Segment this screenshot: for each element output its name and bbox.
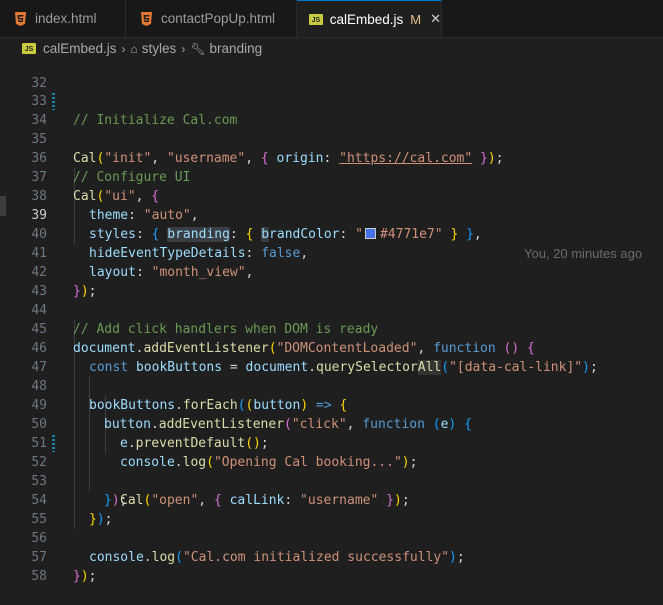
code-line-current: 39 styles: { branding: { brandColor: " #4… (0, 187, 663, 261)
code-editor[interactable]: 32 33 // Initialize Cal.com 34 Cal("init… (0, 59, 663, 587)
tab-label: index.html (35, 11, 97, 26)
breadcrumb-file[interactable]: JS calEmbed.js (22, 41, 117, 56)
code-line: 38 theme: "auto", (0, 168, 663, 223)
code-line: 47 (0, 339, 663, 375)
code-line: 48 bookButtons.forEach((button) => { (0, 358, 663, 413)
tab-label: contactPopUp.html (161, 11, 276, 26)
code-line: 50 e.preventDefault(); (0, 396, 663, 451)
chevron-right-icon: › (181, 41, 186, 56)
code-line: 40 hideEventTypeDetails: false, (0, 206, 663, 261)
html5-icon (141, 11, 152, 26)
code-line: 32 (0, 55, 663, 91)
token: } (73, 569, 81, 584)
code-line: 52 Cal("open", { calLink: "username" }); (0, 434, 663, 508)
code-line: 58 (0, 548, 663, 584)
code-line: 53 }); (0, 453, 663, 508)
code-line: 36 // Configure UI (0, 130, 663, 185)
code-line: 57 }); (0, 529, 663, 584)
tab-contactpopup-html[interactable]: contactPopUp.html (126, 0, 297, 37)
token: ) (80, 569, 89, 584)
chevron-right-icon: › (121, 41, 126, 56)
breadcrumb-item-styles[interactable]: ⌂ styles (131, 41, 177, 56)
code-line: 42 }); (0, 244, 663, 299)
code-line: 41 layout: "month_view", (0, 225, 663, 280)
wrench-icon: 🔧︎ (190, 41, 206, 56)
code-line: 51 console.log("Opening Cal booking...")… (0, 415, 663, 470)
breadcrumb-file-label: calEmbed.js (43, 41, 117, 56)
code-line: 35 (0, 111, 663, 147)
tab-calembed-js[interactable]: JS calEmbed.js M ✕ (297, 0, 442, 37)
code-line: 49 button.addEventListener("click", func… (0, 377, 663, 432)
code-line: 55 (0, 491, 663, 527)
line-number: 58 (31, 569, 47, 584)
tab-index-html[interactable]: index.html (0, 0, 126, 37)
html5-icon (15, 11, 26, 26)
token: ; (88, 569, 97, 584)
js-icon: JS (309, 13, 323, 25)
breadcrumb-item-label: styles (141, 41, 177, 56)
editor-tab-bar: index.html contactPopUp.html JS calEmbed… (0, 0, 663, 38)
tab-label: calEmbed.js (329, 11, 404, 27)
code-line: 54 }); (0, 472, 663, 527)
js-icon: JS (22, 43, 36, 54)
close-icon[interactable]: ✕ (430, 11, 441, 27)
code-line: 45 document.addEventListener("DOMContent… (0, 301, 663, 356)
code-line: 56 console.log("Cal.com initialized succ… (0, 510, 663, 565)
breadcrumb-item-label: branding (209, 41, 263, 56)
code-line: 34 Cal("init", "username", { origin: "ht… (0, 92, 663, 166)
modified-indicator: M (410, 11, 422, 27)
code-line: 46 const bookButtons = document.querySel… (0, 320, 663, 375)
code-line: 37 Cal("ui", { (0, 149, 663, 204)
modified-line-marker (52, 435, 55, 452)
breadcrumb-item-branding[interactable]: 🔧︎ branding (190, 41, 262, 56)
code-line: 44 // Add click handlers when DOM is rea… (0, 282, 663, 337)
modified-line-marker (52, 93, 55, 110)
property-icon: ⌂ (130, 41, 138, 56)
code-line: 43 (0, 263, 663, 299)
code-line: 33 // Initialize Cal.com (0, 73, 663, 128)
